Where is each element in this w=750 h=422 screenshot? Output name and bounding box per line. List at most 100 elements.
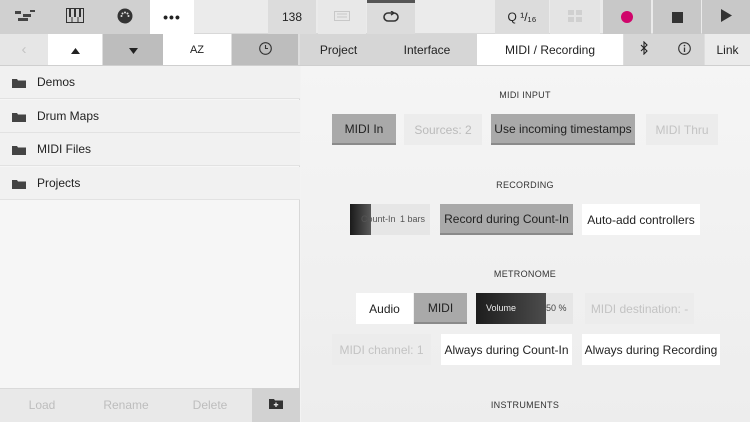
tempo-field[interactable]: 138 bbox=[268, 0, 316, 34]
sort-az-button[interactable]: AZ bbox=[163, 34, 231, 65]
always-during-recording-label: Always during Recording bbox=[584, 342, 718, 357]
midi-port-icon bbox=[117, 8, 133, 27]
delete-label: Delete bbox=[192, 398, 228, 412]
keyboard-button[interactable] bbox=[318, 0, 366, 34]
quantize-label: Q ¹/₁₆ bbox=[507, 10, 537, 24]
always-during-recording-button[interactable]: Always during Recording bbox=[582, 334, 720, 365]
link-label: Link bbox=[716, 42, 739, 57]
use-incoming-timestamps-button[interactable]: Use incoming timestamps bbox=[491, 114, 635, 145]
midi-in-button[interactable]: MIDI In bbox=[332, 114, 396, 145]
folder-icon bbox=[12, 144, 26, 155]
tab-midi-recording-label: MIDI / Recording bbox=[504, 42, 596, 57]
grid-icon bbox=[568, 9, 582, 25]
midi-channel-button[interactable]: MIDI channel: 1 bbox=[332, 334, 431, 365]
loop-icon bbox=[382, 10, 400, 26]
load-label: Load bbox=[28, 398, 56, 412]
sort-date-button[interactable] bbox=[232, 34, 298, 65]
list-item-label: Demos bbox=[37, 75, 76, 89]
back-button[interactable]: ‹ bbox=[0, 34, 48, 65]
midi-destination-button[interactable]: MIDI destination: - bbox=[585, 293, 694, 324]
piano-roll-button[interactable] bbox=[50, 0, 100, 34]
volume-value: 50 % bbox=[546, 303, 567, 313]
chevron-left-icon: ‹ bbox=[21, 41, 27, 58]
auto-add-controllers-label: Auto-add controllers bbox=[587, 212, 695, 227]
bluetooth-icon bbox=[640, 40, 649, 58]
rename-button[interactable]: Rename bbox=[84, 388, 168, 422]
metronome-heading: METRONOME bbox=[493, 269, 557, 279]
midi-in-label: MIDI In bbox=[344, 121, 384, 136]
delete-button[interactable]: Delete bbox=[168, 388, 252, 422]
play-button[interactable] bbox=[702, 0, 750, 34]
midi-label: MIDI bbox=[427, 300, 454, 315]
new-folder-button[interactable] bbox=[252, 388, 300, 422]
info-button[interactable] bbox=[664, 34, 704, 65]
list-item-label: MIDI Files bbox=[37, 142, 91, 156]
list-item-folder[interactable]: Drum Maps bbox=[0, 100, 300, 133]
list-item-folder[interactable]: MIDI Files bbox=[0, 133, 300, 166]
play-icon bbox=[720, 9, 732, 25]
list-item-folder[interactable]: Demos bbox=[0, 66, 300, 99]
audio-button[interactable]: Audio bbox=[356, 293, 413, 324]
record-button[interactable] bbox=[603, 0, 651, 34]
midi-destination-label: MIDI destination: - bbox=[590, 301, 689, 316]
tab-interface[interactable]: Interface bbox=[377, 34, 477, 65]
list-item-label: Drum Maps bbox=[37, 109, 100, 123]
quantize-button[interactable]: Q ¹/₁₆ bbox=[495, 0, 549, 34]
new-folder-icon bbox=[269, 398, 283, 412]
record-icon bbox=[621, 11, 633, 23]
tab-project-label: Project bbox=[319, 42, 358, 57]
more-button[interactable]: ••• bbox=[150, 0, 194, 34]
always-during-count-in-button[interactable]: Always during Count-In bbox=[441, 334, 572, 365]
info-icon bbox=[677, 41, 691, 58]
tab-interface-label: Interface bbox=[403, 42, 451, 57]
bluetooth-button[interactable] bbox=[624, 34, 664, 65]
midi-button[interactable]: MIDI bbox=[414, 293, 467, 324]
grid-button[interactable] bbox=[550, 0, 600, 34]
tab-midi-recording[interactable]: MIDI / Recording bbox=[477, 34, 623, 65]
record-during-count-in-label: Record during Count-In bbox=[444, 211, 569, 226]
more-icon: ••• bbox=[163, 9, 181, 25]
clock-icon bbox=[258, 41, 272, 58]
folder-icon bbox=[12, 178, 26, 189]
count-in-slider[interactable]: Count-In 1 bars bbox=[350, 204, 430, 235]
auto-add-controllers-button[interactable]: Auto-add controllers bbox=[582, 204, 700, 235]
volume-slider[interactable]: Volume 50 % bbox=[476, 293, 573, 324]
volume-label: Volume bbox=[486, 303, 517, 313]
tab-project[interactable]: Project bbox=[300, 34, 377, 65]
arrow-up-icon bbox=[70, 43, 80, 57]
midi-thru-button[interactable]: MIDI Thru bbox=[646, 114, 718, 145]
instruments-heading: INSTRUMENTS bbox=[490, 400, 560, 410]
tempo-value: 138 bbox=[281, 10, 303, 24]
load-button[interactable]: Load bbox=[0, 388, 84, 422]
always-during-count-in-label: Always during Count-In bbox=[444, 342, 569, 357]
keyboard-icon bbox=[334, 10, 350, 24]
midi-thru-label: MIDI Thru bbox=[655, 122, 709, 137]
stop-button[interactable] bbox=[653, 0, 701, 34]
audio-label: Audio bbox=[369, 301, 400, 316]
loop-button[interactable] bbox=[367, 0, 415, 34]
sort-az-label: AZ bbox=[189, 43, 205, 56]
sequencer-button[interactable] bbox=[0, 0, 50, 34]
sequencer-icon bbox=[14, 9, 36, 26]
list-item-folder[interactable]: Projects bbox=[0, 167, 300, 200]
use-incoming-timestamps-label: Use incoming timestamps bbox=[494, 121, 632, 136]
count-in-value: 1 bars bbox=[400, 214, 426, 224]
arrow-down-icon bbox=[128, 43, 138, 57]
rename-label: Rename bbox=[103, 398, 149, 412]
list-item-label: Projects bbox=[37, 176, 81, 190]
link-button[interactable]: Link bbox=[705, 34, 750, 65]
folder-icon bbox=[12, 77, 26, 88]
midi-channel-label: MIDI channel: 1 bbox=[339, 342, 424, 357]
sources-button[interactable]: Sources: 2 bbox=[404, 114, 482, 145]
midi-input-heading: MIDI INPUT bbox=[499, 90, 551, 100]
stop-icon bbox=[671, 11, 683, 23]
count-in-label: Count-In bbox=[361, 214, 396, 224]
sort-descending-button[interactable] bbox=[103, 34, 163, 65]
record-during-count-in-button[interactable]: Record during Count-In bbox=[440, 204, 573, 235]
piano-icon bbox=[66, 8, 84, 26]
folder-icon bbox=[12, 111, 26, 122]
sort-ascending-button[interactable] bbox=[48, 34, 102, 65]
recording-heading: RECORDING bbox=[496, 180, 554, 190]
midi-port-button[interactable] bbox=[100, 0, 150, 34]
sources-label: Sources: 2 bbox=[414, 122, 472, 137]
